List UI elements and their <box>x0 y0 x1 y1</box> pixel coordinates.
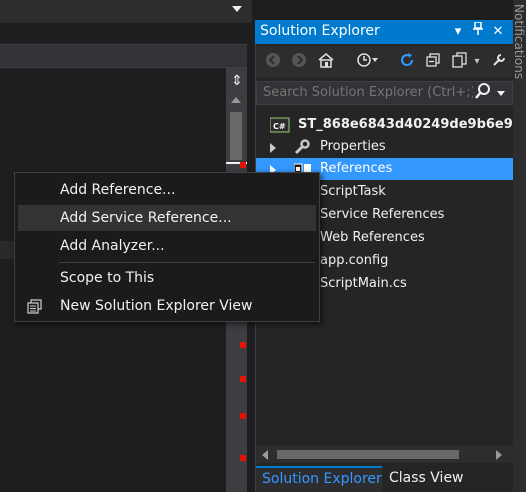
navigation-bar[interactable] <box>0 44 247 68</box>
scroll-right-arrow-icon[interactable] <box>496 450 502 460</box>
document-tab-strip <box>0 0 252 23</box>
tab-class-view[interactable]: Class View <box>384 466 479 492</box>
title-bar-buttons: ▾ ✕ <box>448 21 508 39</box>
refresh-icon[interactable] <box>398 52 416 72</box>
tree-item-project[interactable]: C# ST_868e6843d40249de9b6e9e <box>256 114 513 136</box>
menu-item-new-solution-explorer-view[interactable]: New Solution Explorer View <box>18 293 316 319</box>
close-icon[interactable]: ✕ <box>488 24 508 39</box>
tree-item-properties[interactable]: Properties <box>256 136 513 158</box>
menu-separator <box>59 262 315 263</box>
wrench-icon <box>294 139 310 155</box>
tree-item-label: ScriptMain.cs <box>320 276 407 291</box>
horizontal-scrollbar-thumb[interactable] <box>277 450 459 459</box>
notifications-label[interactable]: Notifications <box>512 4 526 79</box>
split-window-icon[interactable]: ⇕ <box>229 73 245 89</box>
forward-icon[interactable] <box>290 52 308 72</box>
tree-item-label: References <box>320 161 393 176</box>
solution-explorer-title: Solution Explorer <box>260 23 380 39</box>
home-icon[interactable] <box>316 52 336 72</box>
tree-item-label: Properties <box>320 139 386 154</box>
menu-item-add-reference[interactable]: Add Reference... <box>18 177 316 203</box>
new-solution-explorer-view-icon <box>26 298 42 314</box>
error-marker[interactable] <box>240 413 246 419</box>
menu-item-label: Add Analyzer... <box>60 238 165 254</box>
window-position-dropdown-icon[interactable]: ▾ <box>448 24 468 39</box>
menu-item-label: New Solution Explorer View <box>60 298 253 314</box>
context-menu: Add Reference... Add Service Reference..… <box>14 172 320 322</box>
menu-item-add-analyzer[interactable]: Add Analyzer... <box>18 233 316 259</box>
search-options-dropdown-icon[interactable] <box>497 91 505 96</box>
error-marker[interactable] <box>240 455 246 461</box>
tree-item-label: app.config <box>320 253 389 268</box>
menu-item-add-service-reference[interactable]: Add Service Reference... <box>18 205 316 231</box>
scroll-left-arrow-icon[interactable] <box>262 450 268 460</box>
tree-item-label: Web References <box>320 230 425 245</box>
properties-wrench-icon[interactable] <box>488 52 510 72</box>
menu-item-label: Add Reference... <box>60 182 176 198</box>
back-icon[interactable] <box>264 52 282 72</box>
pending-changes-filter-icon[interactable] <box>356 52 380 72</box>
svg-text:C#: C# <box>273 122 286 131</box>
error-marker[interactable] <box>240 342 246 348</box>
scroll-up-arrow-icon[interactable] <box>231 97 241 103</box>
show-all-files-icon[interactable] <box>450 52 470 72</box>
toolbar-overflow-icon[interactable]: ▾ <box>470 52 484 72</box>
menu-item-label: Scope to This <box>60 270 155 286</box>
chevron-down-icon[interactable] <box>232 6 242 12</box>
tree-item-label: Service References <box>320 207 445 222</box>
solution-explorer-search[interactable] <box>256 81 513 105</box>
error-marker[interactable] <box>240 162 246 168</box>
collapse-all-icon[interactable] <box>424 52 442 72</box>
scrollbar-thumb[interactable] <box>230 112 242 160</box>
tab-solution-explorer[interactable]: Solution Explorer <box>256 466 382 492</box>
error-marker[interactable] <box>240 376 246 382</box>
tree-item-label: ScriptTask <box>320 184 386 199</box>
expand-arrow-icon[interactable] <box>270 143 276 153</box>
csharp-project-icon: C# <box>269 117 290 133</box>
tree-item-label: ST_868e6843d40249de9b6e9e <box>298 117 513 132</box>
menu-item-scope-to-this[interactable]: Scope to This <box>18 265 316 291</box>
search-input[interactable] <box>261 84 475 101</box>
search-icon[interactable] <box>475 82 491 104</box>
menu-item-label: Add Service Reference... <box>60 210 232 226</box>
editor-current-line <box>0 241 14 259</box>
pin-icon[interactable] <box>468 21 488 39</box>
